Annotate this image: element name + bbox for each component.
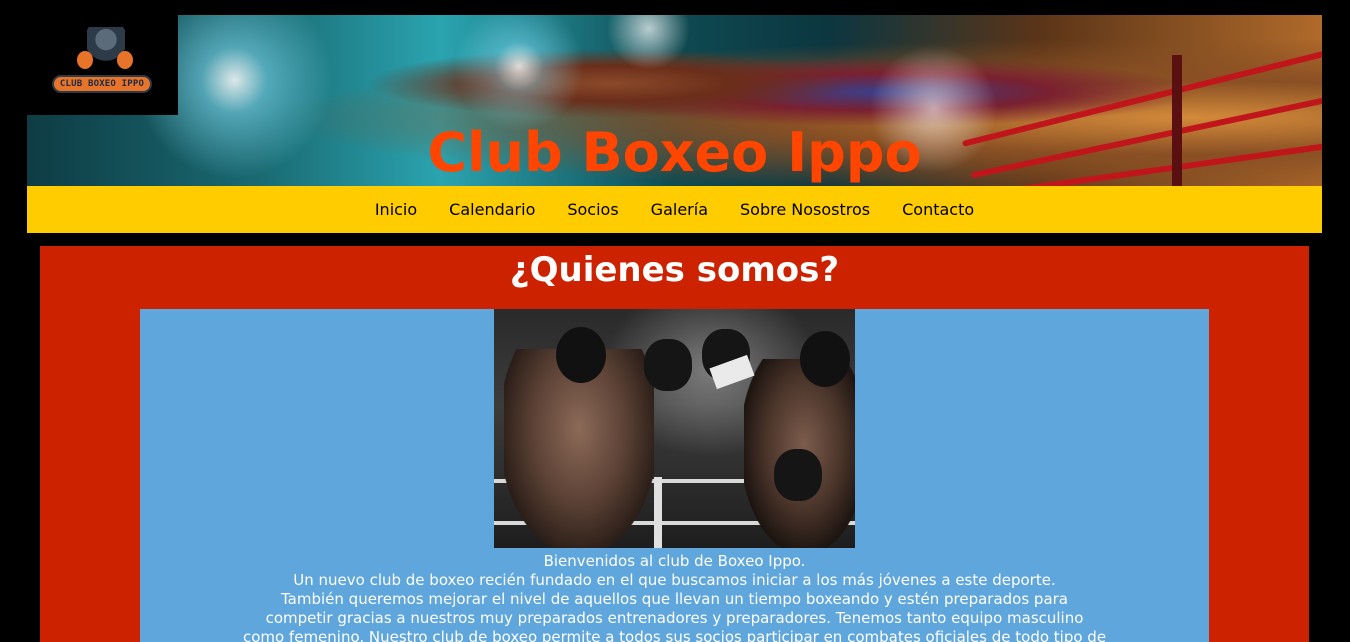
paragraph-line: Bienvenidos al club de Boxeo Ippo.	[543, 552, 806, 570]
about-text: Bienvenidos al club de Boxeo Ippo. Un nu…	[140, 552, 1209, 642]
nav-item-inicio[interactable]: Inicio	[375, 186, 417, 233]
main-nav: Inicio Calendario Socios Galería Sobre N…	[27, 186, 1322, 233]
boxing-photo	[494, 309, 855, 548]
site-title: Club Boxeo Ippo	[427, 121, 922, 184]
glove-icon	[77, 51, 93, 69]
paragraph-line: También queremos mejorar el nivel de aqu…	[281, 590, 1068, 608]
logo[interactable]: CLUB BOXEO IPPO	[27, 15, 178, 115]
nav-item-sobre-nosotros[interactable]: Sobre Nosostros	[740, 186, 870, 233]
paragraph-line: competir gracias a nuestros muy preparad…	[265, 609, 1084, 627]
nav-item-galeria[interactable]: Galería	[651, 186, 708, 233]
section-heading: ¿Quienes somos?	[509, 250, 840, 290]
paragraph-line: Un nuevo club de boxeo recién fundado en…	[293, 571, 1056, 589]
paragraph-line: como femenino. Nuestro club de boxeo per…	[242, 628, 1107, 642]
nav-item-contacto[interactable]: Contacto	[902, 186, 974, 233]
logo-text: CLUB BOXEO IPPO	[52, 75, 152, 93]
nav-item-socios[interactable]: Socios	[567, 186, 618, 233]
glove-icon	[117, 51, 133, 69]
nav-item-calendario[interactable]: Calendario	[449, 186, 535, 233]
about-content: Bienvenidos al club de Boxeo Ippo. Un nu…	[140, 309, 1209, 642]
about-section: ¿Quienes somos? Bienvenidos al club de B…	[40, 246, 1309, 642]
